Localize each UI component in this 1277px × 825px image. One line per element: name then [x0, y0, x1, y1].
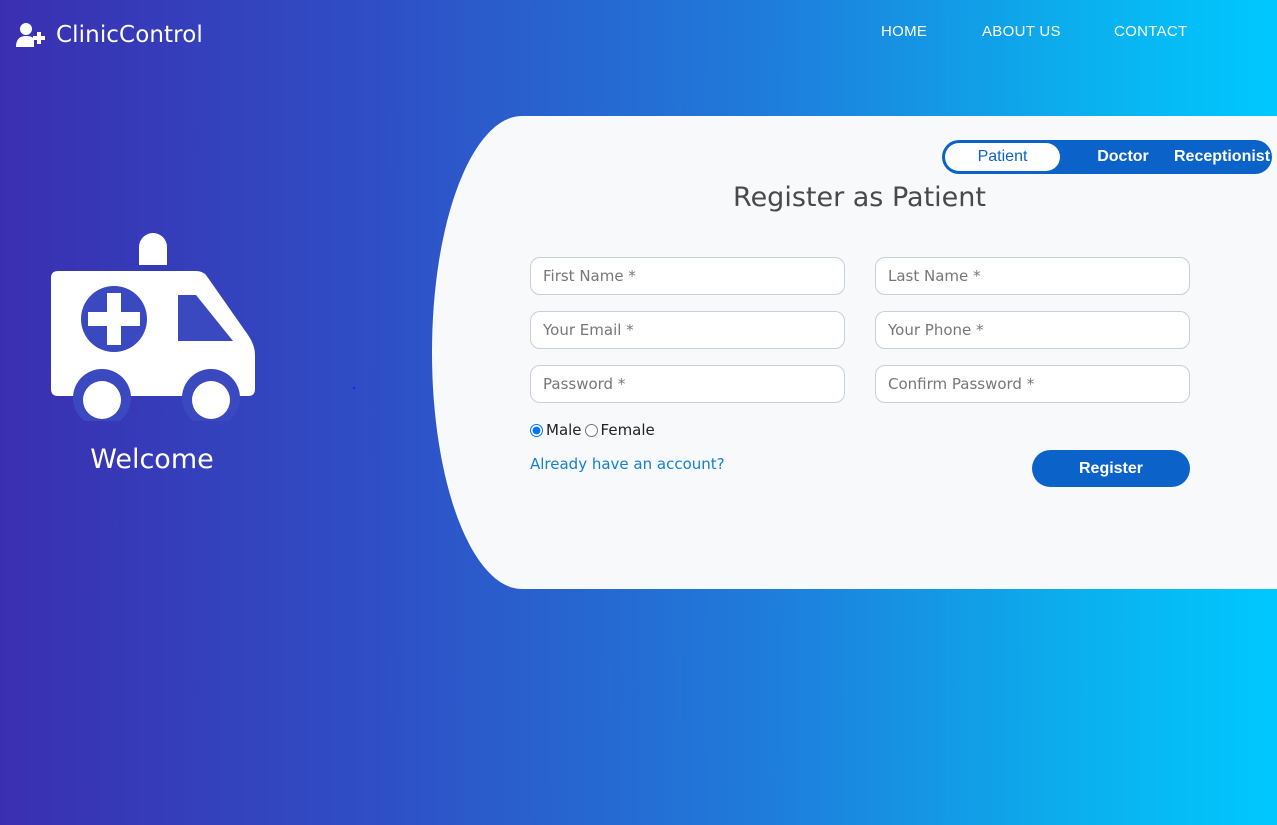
role-tab-doctor[interactable]: Doctor: [1083, 140, 1163, 174]
login-link[interactable]: Already have an account?: [530, 455, 725, 473]
user-plus-icon: [16, 23, 45, 47]
password-input[interactable]: [530, 365, 845, 403]
first-name-input[interactable]: [530, 257, 845, 295]
gender-male-label[interactable]: Male: [546, 421, 582, 439]
register-button[interactable]: Register: [1032, 450, 1190, 487]
email-input[interactable]: [530, 311, 845, 349]
decorative-dot: [353, 387, 355, 389]
gender-male-radio[interactable]: [530, 423, 543, 437]
gender-group: Male Female: [529, 421, 657, 439]
ambulance-icon: [51, 233, 255, 421]
form-title: Register as Patient: [733, 182, 986, 213]
nav-contact-link[interactable]: CONTACT: [1114, 23, 1187, 40]
gender-female-label[interactable]: Female: [601, 421, 655, 439]
nav-about-link[interactable]: ABOUT US: [982, 23, 1114, 40]
role-tab-receptionist[interactable]: Receptionist: [1174, 140, 1270, 174]
role-switch: Patient Doctor Receptionist: [942, 140, 1272, 174]
register-card: Patient Doctor Receptionist Register as …: [432, 116, 1277, 589]
brand[interactable]: ClinicControl: [16, 22, 203, 48]
role-tab-patient[interactable]: Patient: [945, 143, 1060, 171]
gender-female-radio[interactable]: [584, 423, 598, 437]
phone-input[interactable]: [875, 311, 1190, 349]
last-name-input[interactable]: [875, 257, 1190, 295]
brand-name: ClinicControl: [56, 22, 203, 48]
confirm-password-input[interactable]: [875, 365, 1190, 403]
nav-home-link[interactable]: HOME: [881, 23, 982, 40]
welcome-heading: Welcome: [90, 444, 214, 475]
main-nav: HOME ABOUT US CONTACT: [881, 23, 1187, 40]
